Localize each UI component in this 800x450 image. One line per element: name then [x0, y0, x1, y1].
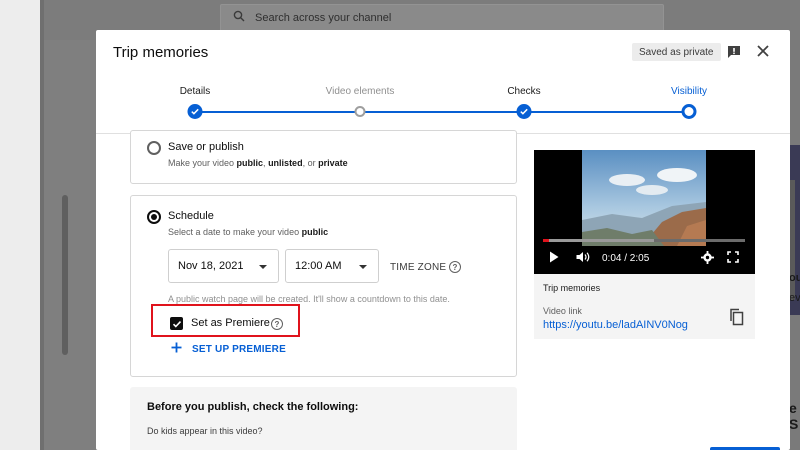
- schedule-date-value: Nov 18, 2021: [178, 260, 244, 272]
- step-label-details[interactable]: Details: [180, 86, 211, 97]
- step-details-check-icon[interactable]: [187, 104, 203, 119]
- step-connector: [524, 111, 689, 113]
- schedule-info-text: A public watch page will be created. It'…: [168, 294, 450, 304]
- video-played-bar: [543, 239, 549, 242]
- video-time: 0:04 / 2:05: [602, 253, 650, 264]
- fullscreen-icon[interactable]: [727, 251, 739, 263]
- plus-icon: [171, 342, 182, 356]
- save-or-publish-card[interactable]: Save or publish Make your video public, …: [130, 130, 517, 184]
- background-sidebar: [0, 0, 40, 450]
- schedule-date-select[interactable]: Nov 18, 2021: [168, 249, 279, 283]
- schedule-title: Schedule: [168, 210, 214, 222]
- schedule-radio[interactable]: [147, 210, 161, 224]
- help-icon[interactable]: ?: [449, 261, 461, 273]
- schedule-time-value: 12:00 AM: [295, 260, 342, 272]
- feedback-icon[interactable]: [726, 44, 742, 60]
- step-connector: [360, 111, 524, 113]
- search-placeholder: Search across your channel: [255, 12, 392, 24]
- upload-dialog: Trip memories Saved as private Details V…: [96, 30, 790, 450]
- save-or-publish-title: Save or publish: [168, 141, 244, 153]
- step-visibility-dot[interactable]: [681, 104, 697, 119]
- step-connector: [195, 111, 360, 113]
- video-preview-panel: 0:04 / 2:05 Trip memories Video link htt…: [534, 150, 755, 339]
- background-text-snippet: e S: [789, 400, 799, 432]
- setup-premiere-label: SET UP PREMIERE: [192, 343, 286, 355]
- dialog-title: Trip memories: [113, 44, 209, 61]
- setup-premiere-link[interactable]: SET UP PREMIERE: [171, 342, 286, 356]
- schedule-time-select[interactable]: 12:00 AM: [285, 249, 379, 283]
- video-thumbnail: [582, 150, 706, 246]
- close-icon[interactable]: [756, 44, 770, 58]
- premiere-highlight-box: [151, 304, 300, 337]
- copy-icon[interactable]: [728, 308, 744, 326]
- search-icon: [233, 9, 245, 27]
- save-or-publish-subtitle: Make your video public, unlisted, or pri…: [168, 158, 348, 168]
- progress-stepper: Details Video elements Checks Visibility: [96, 86, 790, 126]
- video-buffer-bar: [543, 239, 654, 242]
- chevron-down-icon: [359, 265, 367, 269]
- background-right-panel: ou ev e S: [789, 40, 800, 450]
- video-link[interactable]: https://youtu.be/ladAINV0Nog: [543, 319, 688, 331]
- step-label-video-elements[interactable]: Video elements: [326, 86, 395, 97]
- save-or-publish-radio[interactable]: [147, 141, 161, 155]
- schedule-card: Schedule Select a date to make your vide…: [130, 195, 517, 377]
- step-checks-check-icon[interactable]: [516, 104, 532, 119]
- schedule-subtitle: Select a date to make your video public: [168, 227, 329, 237]
- video-link-label: Video link: [543, 306, 582, 316]
- play-icon[interactable]: [549, 251, 559, 263]
- background-divider: [40, 0, 44, 450]
- background-text-snippet: ou: [789, 272, 800, 284]
- preview-video-title: Trip memories: [543, 283, 601, 293]
- background-search-bar: Search across your channel: [220, 4, 664, 32]
- timezone-label: TIME ZONE: [390, 262, 447, 273]
- kids-question: Do kids appear in this video?: [147, 426, 263, 436]
- step-label-visibility[interactable]: Visibility: [671, 86, 707, 97]
- background-scrollbar: [62, 195, 68, 355]
- chevron-down-icon: [259, 265, 267, 269]
- step-video-elements-dot[interactable]: [354, 106, 366, 117]
- step-label-checks[interactable]: Checks: [507, 86, 540, 97]
- background-text-snippet: ev: [789, 292, 800, 304]
- saved-status-badge: Saved as private: [632, 43, 721, 61]
- volume-icon[interactable]: [576, 251, 591, 263]
- gear-icon[interactable]: [701, 251, 714, 264]
- prepublish-checks-card: Before you publish, check the following:…: [130, 387, 517, 450]
- video-player[interactable]: 0:04 / 2:05: [534, 150, 755, 274]
- checks-title: Before you publish, check the following:: [147, 401, 359, 413]
